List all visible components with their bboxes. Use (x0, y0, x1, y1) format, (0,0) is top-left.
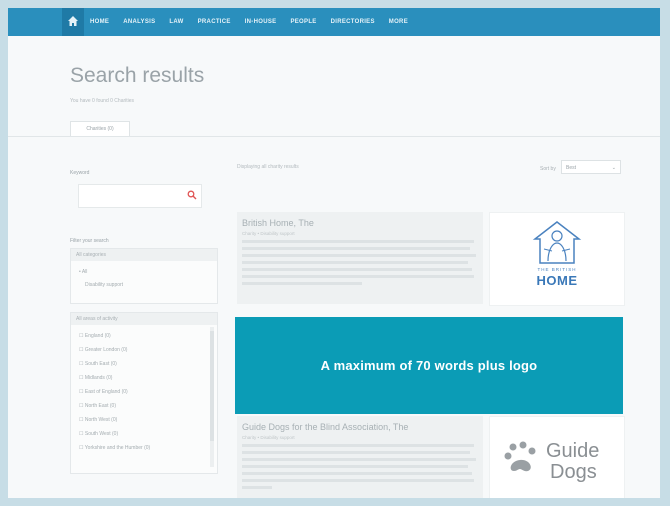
refine-label: Filter your search (70, 238, 109, 244)
result-text-line (242, 458, 476, 461)
result-text-line (242, 479, 474, 482)
nav-home-button[interactable] (62, 8, 84, 36)
nav-item-home[interactable]: HOME (90, 19, 109, 25)
sort-select[interactable]: Best ⌄ (561, 160, 621, 174)
search-icon[interactable] (187, 190, 197, 200)
result-logo-british-home[interactable]: THE BRITISH HOME (489, 212, 625, 306)
logo-subtext: THE BRITISH (537, 267, 577, 272)
area-option[interactable]: ☐ South West (0) (79, 431, 118, 437)
result-text-line (242, 486, 272, 489)
category-filter-header[interactable]: All categories (71, 249, 217, 261)
nav-item-directories[interactable]: DIRECTORIES (331, 19, 375, 25)
result-title[interactable]: Guide Dogs for the Blind Association, Th… (242, 422, 408, 432)
house-logo-icon (532, 221, 582, 264)
result-subtitle: Charity • Disability support (242, 435, 295, 440)
results-info: Displaying all charity results (237, 164, 299, 170)
nav-item-people[interactable]: PEOPLE (290, 19, 316, 25)
page-frame: HOME ANALYSIS LAW PRACTICE IN-HOUSE PEOP… (8, 8, 660, 498)
area-option[interactable]: ☐ England (0) (79, 333, 111, 339)
keyword-search-input[interactable] (78, 184, 202, 208)
result-text-line (242, 261, 468, 264)
area-filter: All areas of activity ☐ England (0) ☐ Gr… (70, 312, 218, 474)
category-option[interactable]: • All (79, 269, 87, 275)
area-option[interactable]: ☐ North West (0) (79, 417, 117, 423)
paw-logo-icon (504, 441, 536, 472)
nav-item-in-house[interactable]: IN-HOUSE (245, 19, 277, 25)
result-text-line (242, 240, 474, 243)
page-subtitle: You have 0 found 0 Charities (70, 98, 135, 104)
result-text-line (242, 282, 362, 285)
sort-value: Best (566, 165, 577, 171)
scrollbar-thumb[interactable] (210, 331, 214, 441)
area-option[interactable]: ☐ Midlands (0) (79, 375, 112, 381)
chevron-down-icon: ⌄ (611, 165, 616, 171)
category-filter: All categories • All Disability support (70, 248, 218, 304)
tab-charities[interactable]: Charities (0) (70, 121, 130, 136)
area-option[interactable]: ☐ Greater London (0) (79, 347, 127, 353)
word-limit-banner: A maximum of 70 words plus logo (235, 317, 623, 414)
area-filter-header[interactable]: All areas of activity (71, 313, 217, 325)
nav-item-analysis[interactable]: ANALYSIS (123, 19, 155, 25)
result-text-line (242, 268, 472, 271)
result-title[interactable]: British Home, The (242, 218, 314, 228)
home-icon (68, 16, 78, 26)
result-subtitle: Charity • Disability support (242, 231, 295, 236)
area-option[interactable]: ☐ South East (0) (79, 361, 117, 367)
nav-item-law[interactable]: LAW (169, 19, 183, 25)
logo-line1: Guide (546, 440, 600, 462)
word-limit-text: A maximum of 70 words plus logo (320, 358, 538, 373)
nav-item-practice[interactable]: PRACTICE (198, 19, 231, 25)
result-text-line (242, 444, 474, 447)
tab-divider (8, 136, 660, 137)
area-option[interactable]: ☐ Yorkshire and the Humber (0) (79, 445, 150, 451)
result-text-line (242, 247, 470, 250)
result-text-line (242, 472, 472, 475)
result-text-line (242, 254, 476, 257)
nav-items: HOME ANALYSIS LAW PRACTICE IN-HOUSE PEOP… (90, 8, 408, 36)
result-text-line (242, 275, 474, 278)
result-card[interactable]: Guide Dogs for the Blind Association, Th… (237, 416, 483, 498)
page-title: Search results (70, 64, 205, 87)
logo-text: HOME (536, 273, 578, 288)
logo-line2: Dogs (550, 461, 597, 483)
top-nav: HOME ANALYSIS LAW PRACTICE IN-HOUSE PEOP… (8, 8, 660, 36)
result-logo-guide-dogs[interactable]: Guide Dogs (489, 416, 625, 498)
area-option[interactable]: ☐ North East (0) (79, 403, 116, 409)
category-option[interactable]: Disability support (85, 282, 123, 288)
result-text-line (242, 465, 468, 468)
sort-label: Sort by (540, 166, 556, 172)
nav-item-more[interactable]: MORE (389, 19, 408, 25)
keyword-label: Keyword (70, 170, 90, 176)
result-card[interactable]: British Home, The Charity • Disability s… (237, 212, 483, 304)
result-text-line (242, 451, 470, 454)
area-filter-scrollbar[interactable] (210, 327, 214, 467)
area-option[interactable]: ☐ East of England (0) (79, 389, 128, 395)
